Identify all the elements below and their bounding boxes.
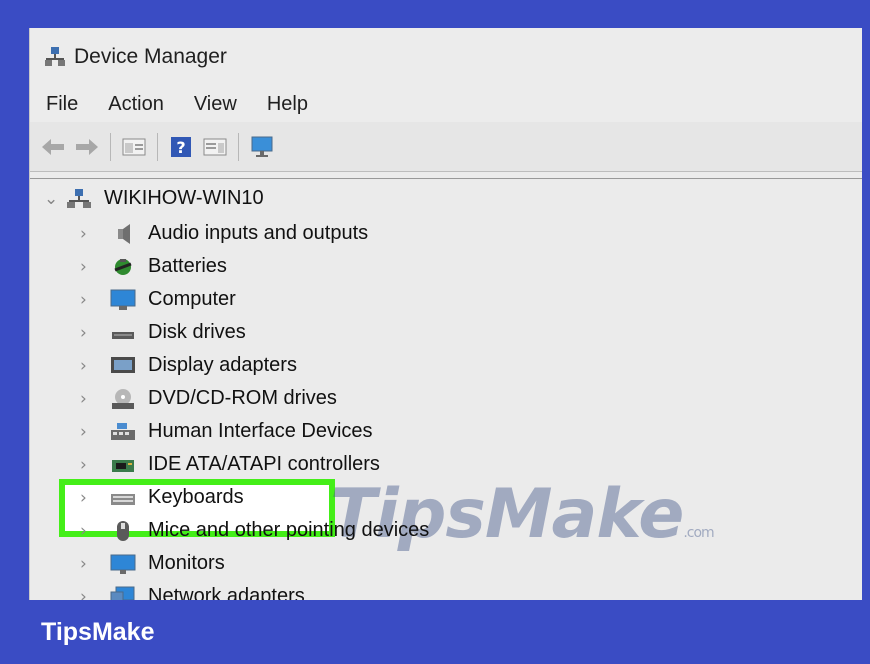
chevron-right-icon[interactable]: › (80, 455, 92, 475)
chevron-right-icon[interactable]: › (80, 323, 92, 343)
device-manager-icon (44, 46, 66, 68)
window-title: Device Manager (74, 45, 227, 68)
chevron-right-icon[interactable]: › (80, 290, 92, 310)
toolbar-separator (157, 132, 158, 161)
tree-item-label: Audio inputs and outputs (148, 222, 369, 244)
speaker-icon (110, 223, 136, 245)
chevron-right-icon[interactable]: › (80, 554, 92, 574)
tree-item-label: DVD/CD-ROM drives (148, 387, 337, 409)
chevron-right-icon[interactable]: › (80, 224, 92, 244)
tree-item-network-adapter[interactable]: › Network adapters (80, 580, 305, 600)
chevron-right-icon[interactable]: › (80, 587, 92, 601)
monitor-icon (110, 553, 136, 575)
tree-item-hid[interactable]: › Human Interface Devices (80, 415, 373, 448)
tree-item-keyboard[interactable]: › Keyboards (80, 481, 244, 514)
menu-action[interactable]: Action (108, 93, 164, 116)
dvd-drive-icon (110, 388, 136, 410)
chevron-right-icon[interactable]: › (80, 422, 92, 442)
tree-item-display-adapter[interactable]: › Display adapters (80, 349, 297, 382)
tree-item-label: Human Interface Devices (148, 420, 373, 442)
title-bar: Device Manager (30, 28, 862, 86)
tree-item-computer[interactable]: › Computer (80, 283, 236, 316)
tree-item-label: Display adapters (148, 354, 297, 376)
tree-item-label: Keyboards (148, 486, 244, 508)
tree-root[interactable]: ⌄ WIKIHOW-WIN10 (44, 187, 264, 210)
tree-item-monitor[interactable]: › Monitors (80, 547, 225, 580)
tree-item-dvd-drive[interactable]: › DVD/CD-ROM drives (80, 382, 337, 415)
chevron-right-icon[interactable]: › (80, 488, 92, 508)
tree-item-label: Computer (148, 288, 236, 310)
tree-item-speaker[interactable]: › Audio inputs and outputs (80, 217, 368, 250)
mouse-icon (110, 520, 136, 542)
chevron-right-icon[interactable]: › (80, 257, 92, 277)
tree-item-label: Batteries (148, 255, 227, 277)
ide-controller-icon (110, 454, 136, 476)
tree-item-ide-controller[interactable]: › IDE ATA/ATAPI controllers (80, 448, 380, 481)
tree-item-label: Network adapters (148, 585, 305, 600)
chevron-right-icon[interactable]: › (80, 356, 92, 376)
computer-icon (110, 289, 136, 311)
battery-icon (110, 256, 136, 278)
menu-file[interactable]: File (46, 93, 78, 116)
toolbar-separator (110, 132, 111, 161)
tree-item-label: Disk drives (148, 321, 246, 343)
keyboard-icon (110, 487, 136, 509)
menu-bar: File Action View Help (30, 86, 862, 122)
chevron-down-icon[interactable]: ⌄ (44, 189, 58, 209)
toolbar-separator (238, 132, 239, 161)
menu-help[interactable]: Help (267, 93, 308, 116)
network-adapter-icon (110, 586, 136, 600)
footer-brand: TipsMake (41, 617, 155, 646)
tree-item-label: IDE ATA/ATAPI controllers (148, 453, 380, 475)
root-label: WIKIHOW-WIN10 (104, 187, 264, 209)
footer-bar: TipsMake (0, 600, 870, 664)
tree-item-disk-drive[interactable]: › Disk drives (80, 316, 246, 349)
disk-drive-icon (110, 322, 136, 344)
device-tree: ⌄ WIKIHOW-WIN10 TipsMake.com › Audio inpu… (30, 178, 862, 600)
svg-text:?: ? (176, 138, 185, 157)
properties-panel-icon[interactable] (121, 134, 147, 160)
tree-item-label: Monitors (148, 552, 225, 574)
back-arrow-icon[interactable] (40, 134, 66, 160)
tree-item-mouse[interactable]: › Mice and other pointing devices (80, 514, 429, 547)
computer-network-icon (66, 188, 92, 210)
help-icon[interactable]: ? (168, 134, 194, 160)
device-manager-window: Device Manager File Action View Help ? ⌄… (29, 28, 862, 600)
toolbar: ? (30, 122, 862, 172)
menu-view[interactable]: View (194, 93, 237, 116)
tree-item-label: Mice and other pointing devices (148, 519, 430, 541)
action-pane-icon[interactable] (202, 134, 228, 160)
hid-icon (110, 421, 136, 443)
forward-arrow-icon[interactable] (74, 134, 100, 160)
scan-hardware-icon[interactable] (249, 134, 275, 160)
chevron-right-icon[interactable]: › (80, 389, 92, 409)
chevron-right-icon[interactable]: › (80, 521, 92, 541)
tree-item-battery[interactable]: › Batteries (80, 250, 227, 283)
display-adapter-icon (110, 355, 136, 377)
